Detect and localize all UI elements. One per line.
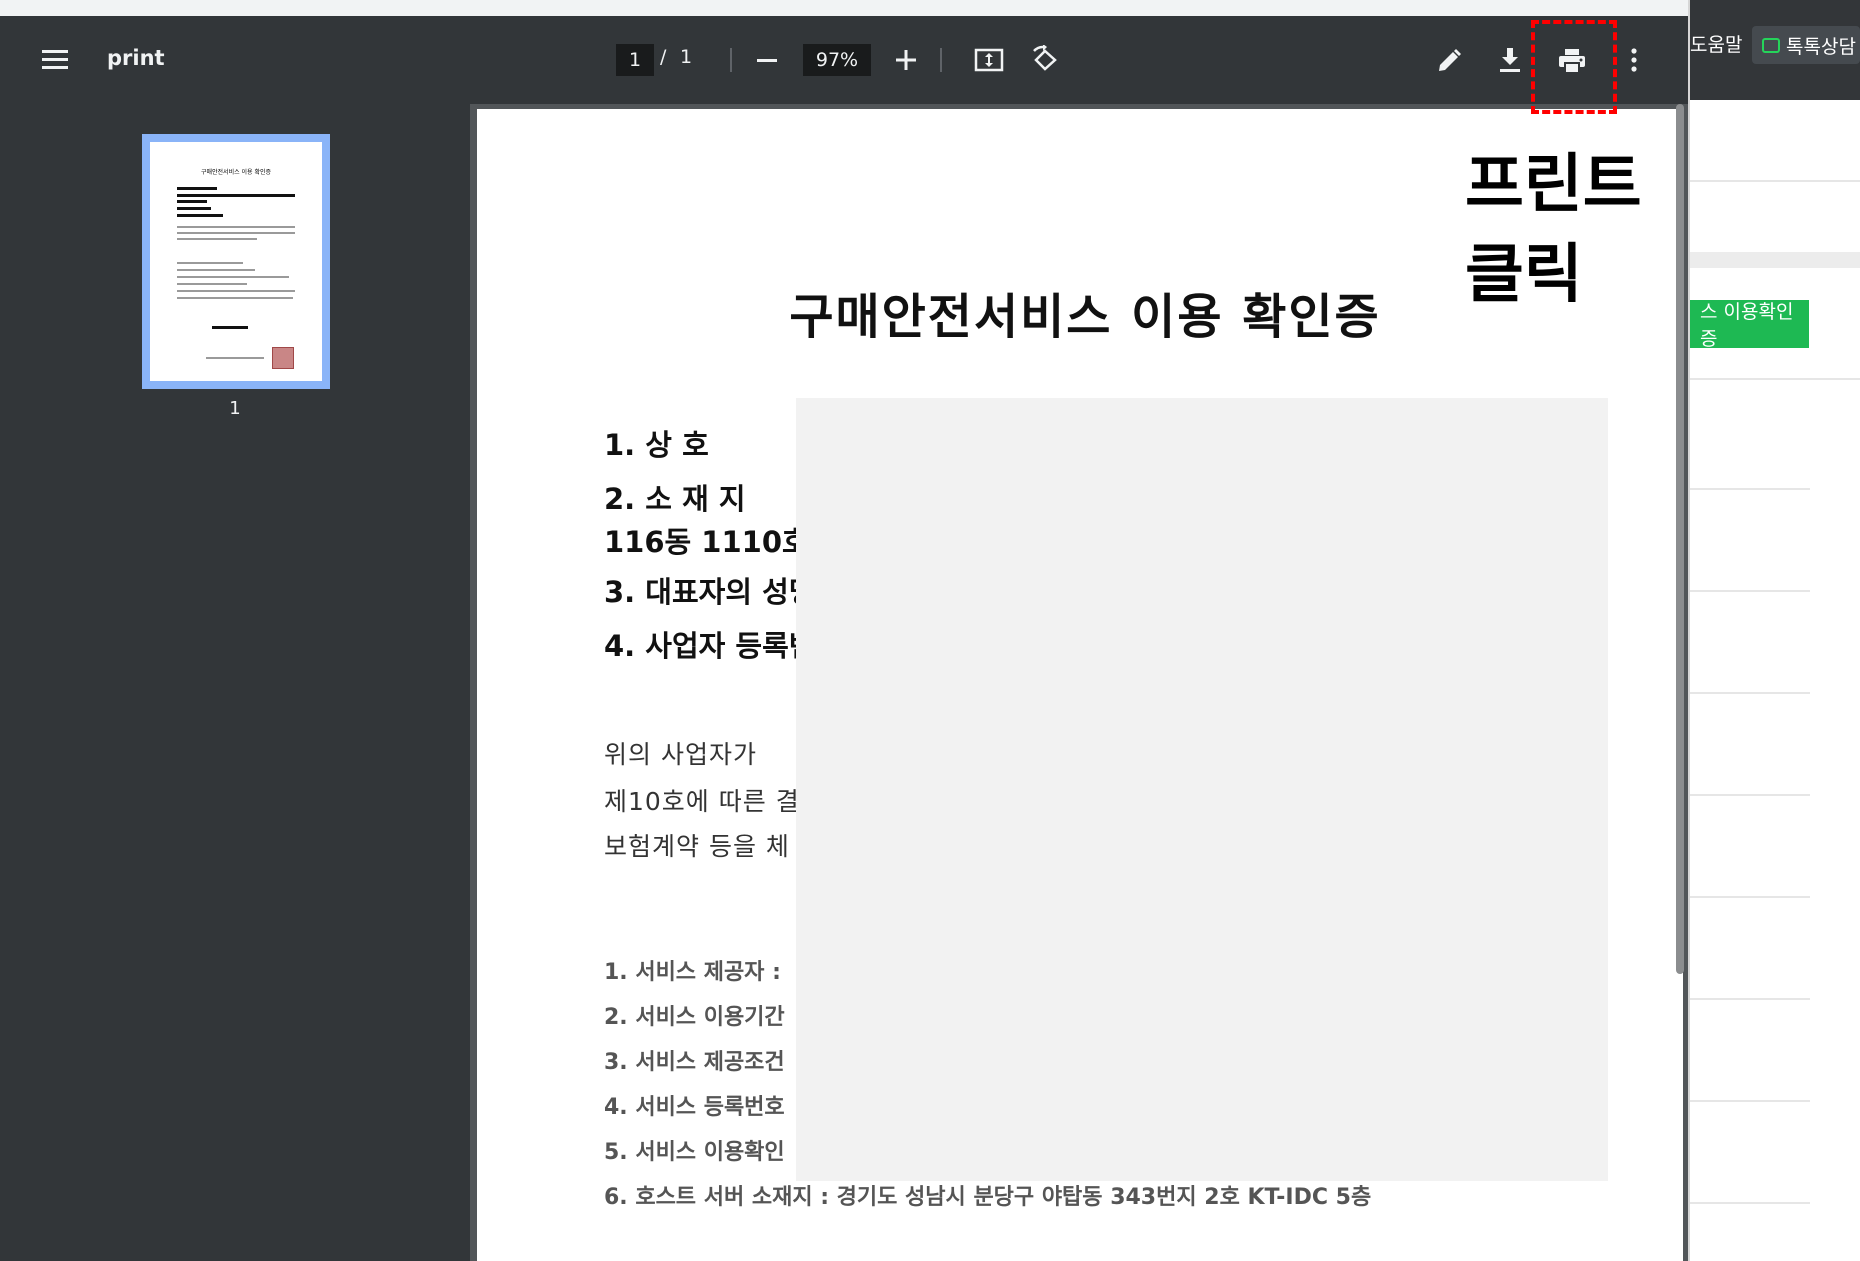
more-options-icon[interactable] bbox=[1629, 47, 1639, 73]
talk-talk-label: 톡톡상담 bbox=[1786, 35, 1856, 58]
section-band bbox=[1690, 252, 1860, 268]
zoom-level-input[interactable]: 97% bbox=[803, 44, 871, 76]
list-item: 1. 서비스 제공자 : bbox=[604, 960, 781, 985]
divider bbox=[1690, 1100, 1810, 1102]
print-highlight-box bbox=[1531, 20, 1617, 114]
thumbnail-page: 구매안전서비스 이용 확인증 bbox=[150, 142, 322, 381]
info-line: 1. 상 호 bbox=[604, 428, 709, 462]
paragraph-line: 제10호에 따른 결 bbox=[604, 787, 800, 816]
thumbnail-page-number: 1 bbox=[229, 398, 241, 419]
window-top-strip bbox=[0, 0, 1688, 16]
divider bbox=[1690, 1202, 1810, 1204]
seal-stamp bbox=[272, 347, 294, 369]
fit-page-icon[interactable] bbox=[974, 48, 1004, 72]
divider bbox=[1690, 378, 1860, 380]
page-separator: / bbox=[660, 46, 667, 68]
total-pages: 1 bbox=[680, 46, 693, 68]
divider bbox=[1690, 180, 1860, 182]
chat-icon bbox=[1762, 37, 1780, 53]
divider bbox=[1690, 692, 1810, 694]
help-link[interactable]: 도움말 bbox=[1690, 30, 1742, 57]
paragraph-line: 위의 사업자가 bbox=[604, 740, 757, 769]
thumbnail-sidebar: 구매안전서비스 이용 확인증 1 bbox=[0, 104, 470, 1261]
list-item: 2. 서비스 이용기간 bbox=[604, 1005, 785, 1030]
pen-icon[interactable] bbox=[1435, 47, 1463, 75]
annotation-line-1: 프린트 bbox=[1465, 148, 1642, 222]
download-icon[interactable] bbox=[1497, 46, 1523, 74]
page-thumbnail[interactable]: 구매안전서비스 이용 확인증 bbox=[142, 134, 330, 389]
pdf-viewer: print 1 / 1 97% 구매안전서비스 이용 확인증 1 구매안전서비스… bbox=[0, 0, 1688, 1261]
thumbnail-title: 구매안전서비스 이용 확인증 bbox=[200, 169, 272, 176]
redaction-box bbox=[796, 398, 1608, 1181]
divider bbox=[1690, 896, 1810, 898]
annotation-line-2: 클릭 bbox=[1465, 238, 1583, 312]
print-click-annotation: 프린트 클릭 bbox=[1465, 140, 1642, 320]
toolbar-separator bbox=[730, 48, 732, 72]
toolbar-separator bbox=[940, 48, 942, 72]
info-line: 4. 사업자 등록번 bbox=[604, 629, 816, 663]
info-line: 3. 대표자의 성명 bbox=[604, 575, 816, 609]
list-item: 5. 서비스 이용확인 bbox=[604, 1140, 785, 1165]
zoom-in-icon[interactable] bbox=[895, 49, 917, 71]
list-item: 6. 호스트 서버 소재지 : 경기도 성남시 분당구 야탑동 343번지 2호… bbox=[604, 1185, 1372, 1210]
scrollbar[interactable] bbox=[1676, 104, 1684, 974]
document-title: print bbox=[107, 46, 165, 70]
divider bbox=[1690, 794, 1810, 796]
divider bbox=[1690, 590, 1810, 592]
list-item: 4. 서비스 등록번호 bbox=[604, 1095, 785, 1120]
viewer-toolbar: print 1 / 1 97% bbox=[0, 16, 1688, 104]
menu-icon[interactable] bbox=[42, 50, 68, 70]
rotate-icon[interactable] bbox=[1030, 44, 1060, 75]
divider bbox=[1690, 998, 1810, 1000]
zoom-out-icon[interactable] bbox=[756, 51, 778, 69]
page-number-input[interactable]: 1 bbox=[616, 44, 654, 76]
purchase-safety-certificate-button[interactable]: 스 이용확인증 bbox=[1690, 300, 1809, 350]
paragraph-line: 보험계약 등을 체 bbox=[604, 832, 790, 861]
info-line: 2. 소 재 지 bbox=[604, 482, 746, 516]
talk-talk-button[interactable]: 톡톡상담 bbox=[1752, 26, 1860, 64]
list-item: 3. 서비스 제공조건 bbox=[604, 1050, 785, 1075]
divider bbox=[1690, 488, 1810, 490]
